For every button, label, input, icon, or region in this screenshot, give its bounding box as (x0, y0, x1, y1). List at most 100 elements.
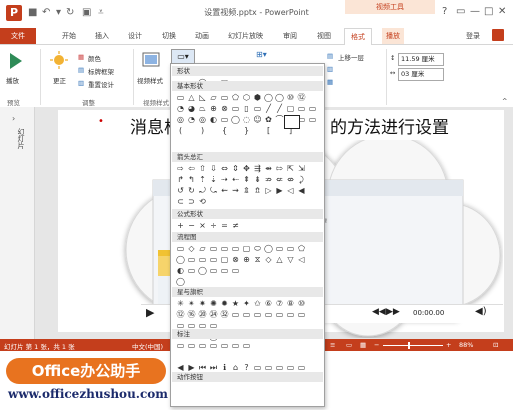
shape-option-icon[interactable]: ↻ (186, 186, 197, 196)
shape-option-icon[interactable]: ▶ (274, 186, 285, 196)
shape-option-icon[interactable]: ⇰ (274, 164, 285, 174)
tab-design[interactable]: 设计 (128, 31, 142, 41)
shape-option-icon[interactable]: ╱ (274, 104, 285, 114)
zoom-slider[interactable] (383, 345, 443, 346)
shape-option-icon[interactable]: ◇ (186, 244, 197, 254)
tab-playback[interactable]: 播放 (382, 28, 404, 44)
shape-option-icon[interactable]: ▭ (186, 266, 197, 276)
shape-option-icon[interactable]: ✿ (263, 115, 274, 125)
shape-option-icon[interactable]: ▭ (285, 244, 296, 254)
shape-option-icon[interactable]: ▭ (197, 255, 208, 265)
slide-title-right[interactable]: 的方法进行设置 (330, 113, 449, 138)
shape-option-icon[interactable]: ⑩ (285, 93, 296, 103)
shape-option-icon[interactable]: ▭ (307, 115, 318, 125)
tab-file[interactable]: 文件 (0, 28, 36, 44)
notes-icon[interactable]: ≡ (330, 341, 335, 349)
play-icon[interactable] (9, 52, 23, 70)
shape-option-icon[interactable]: ◌ (241, 115, 252, 125)
shape-option-icon[interactable]: ◐ (208, 115, 219, 125)
shape-option-icon[interactable]: ▭ (230, 341, 241, 351)
shape-option-icon[interactable]: − (186, 221, 197, 231)
tab-review[interactable]: 审阅 (283, 31, 297, 41)
shape-option-icon[interactable]: ✹ (219, 299, 230, 309)
shape-option-icon[interactable]: ⇨ (175, 164, 186, 174)
shape-option-icon[interactable]: ⇝ (230, 186, 241, 196)
slide-sorter-icon[interactable]: ▦ (360, 341, 366, 349)
shape-option-icon[interactable]: ◎ (197, 115, 208, 125)
shape-option-icon[interactable]: ▭ (252, 310, 263, 320)
shape-option-icon[interactable]: ⇴ (263, 164, 274, 174)
sign-in-link[interactable]: 登录 (466, 31, 480, 41)
shape-option-icon[interactable]: ✺ (208, 299, 219, 309)
selection-pane-icon[interactable]: ▦ (327, 78, 333, 86)
play-button[interactable]: 播放 (6, 75, 19, 85)
shape-option-icon[interactable]: ⇜ (219, 186, 230, 196)
shape-option-icon[interactable]: ◐ (175, 266, 186, 276)
shape-option-icon[interactable]: ▭ (296, 104, 307, 114)
shape-option-icon[interactable]: ▭ (274, 310, 285, 320)
shape-option-icon[interactable]: ▽ (285, 255, 296, 265)
shape-option-icon[interactable]: ◯ (175, 277, 186, 287)
shape-option-icon[interactable]: ▭ (241, 310, 252, 320)
shape-option-icon[interactable]: ⇞ (241, 175, 252, 185)
shape-option-icon[interactable]: ↰ (186, 175, 197, 185)
shape-option-icon[interactable]: ↱ (175, 175, 186, 185)
shape-option-icon[interactable]: ⇟ (252, 175, 263, 185)
sun-icon[interactable] (50, 51, 68, 69)
send-backward-icon[interactable]: ▥ (327, 65, 333, 73)
shape-option-icon[interactable]: ✩ (252, 299, 263, 309)
shape-option-icon[interactable]: ▭ (296, 310, 307, 320)
shape-option-icon[interactable]: ⇎ (285, 175, 296, 185)
shape-option-icon[interactable]: ▯ (241, 104, 252, 114)
shape-option-icon[interactable]: ▭ (208, 341, 219, 351)
close-icon[interactable]: ✕ (498, 6, 506, 17)
shape-option-icon[interactable]: { (219, 126, 230, 136)
tab-insert[interactable]: 插入 (95, 31, 109, 41)
shape-option-icon[interactable]: ⇢ (219, 175, 230, 185)
shape-option-icon[interactable]: ㉜ (219, 310, 230, 320)
shape-option-icon[interactable]: ⬡ (241, 93, 252, 103)
shape-option-icon[interactable]: ⇩ (208, 164, 219, 174)
bring-forward-button[interactable]: 上移一层 (338, 52, 364, 62)
shape-option-icon[interactable]: ▢ (219, 255, 230, 265)
shape-option-icon[interactable]: [ (263, 126, 274, 136)
shape-option-icon[interactable]: ⬢ (252, 93, 263, 103)
shape-option-icon[interactable]: ◯ (175, 255, 186, 265)
shape-option-icon[interactable]: ㉔ (208, 310, 219, 320)
shape-option-icon[interactable]: ⊗ (230, 255, 241, 265)
tab-view[interactable]: 视图 (317, 31, 331, 41)
shape-option-icon[interactable]: ⇔ (219, 164, 230, 174)
shape-option-icon[interactable]: ▭ (175, 244, 186, 254)
shape-option-icon[interactable]: ◯ (263, 244, 274, 254)
shape-option-icon[interactable]: ▭ (230, 104, 241, 114)
shape-option-icon[interactable]: ▭ (186, 255, 197, 265)
shape-option-icon[interactable]: ⧖ (252, 255, 263, 265)
shapes-dropdown-button[interactable]: ▭▾ (171, 49, 195, 64)
shape-option-icon[interactable]: ⑦ (274, 299, 285, 309)
shape-option-icon[interactable]: ▭ (274, 244, 285, 254)
shape-option-icon[interactable]: ⇲ (296, 164, 307, 174)
shape-option-icon[interactable]: ▭ (175, 93, 186, 103)
shape-option-icon[interactable]: ◁ (296, 255, 307, 265)
shape-option-icon[interactable]: ÷ (208, 221, 219, 231)
shape-option-icon[interactable]: ▭ (186, 341, 197, 351)
tab-animations[interactable]: 动画 (195, 31, 209, 41)
shape-option-icon[interactable]: ⬠ (296, 244, 307, 254)
shape-option-icon[interactable]: ⇠ (230, 175, 241, 185)
shape-option-icon[interactable]: ▭ (219, 341, 230, 351)
shape-option-icon[interactable]: ⇧ (197, 164, 208, 174)
shape-option-icon[interactable]: ⑫ (175, 310, 186, 320)
shape-option-icon[interactable]: ⇶ (252, 164, 263, 174)
shape-option-icon[interactable]: ▭ (208, 244, 219, 254)
minimize-icon[interactable]: — (470, 6, 480, 17)
shape-option-icon[interactable]: ↺ (175, 186, 186, 196)
shape-option-icon[interactable]: ⤾ (197, 186, 208, 196)
zoom-out-icon[interactable]: − (374, 341, 379, 349)
shape-option-icon[interactable]: = (219, 221, 230, 231)
video-play-icon[interactable]: ▶ (146, 306, 154, 319)
shape-option-icon[interactable]: ◎ (175, 115, 186, 125)
maximize-icon[interactable]: □ (484, 6, 493, 17)
tab-format[interactable]: 格式 (344, 28, 372, 45)
video-style-button[interactable]: 视频样式 (137, 75, 163, 85)
shape-option-icon[interactable]: ⇡ (197, 175, 208, 185)
